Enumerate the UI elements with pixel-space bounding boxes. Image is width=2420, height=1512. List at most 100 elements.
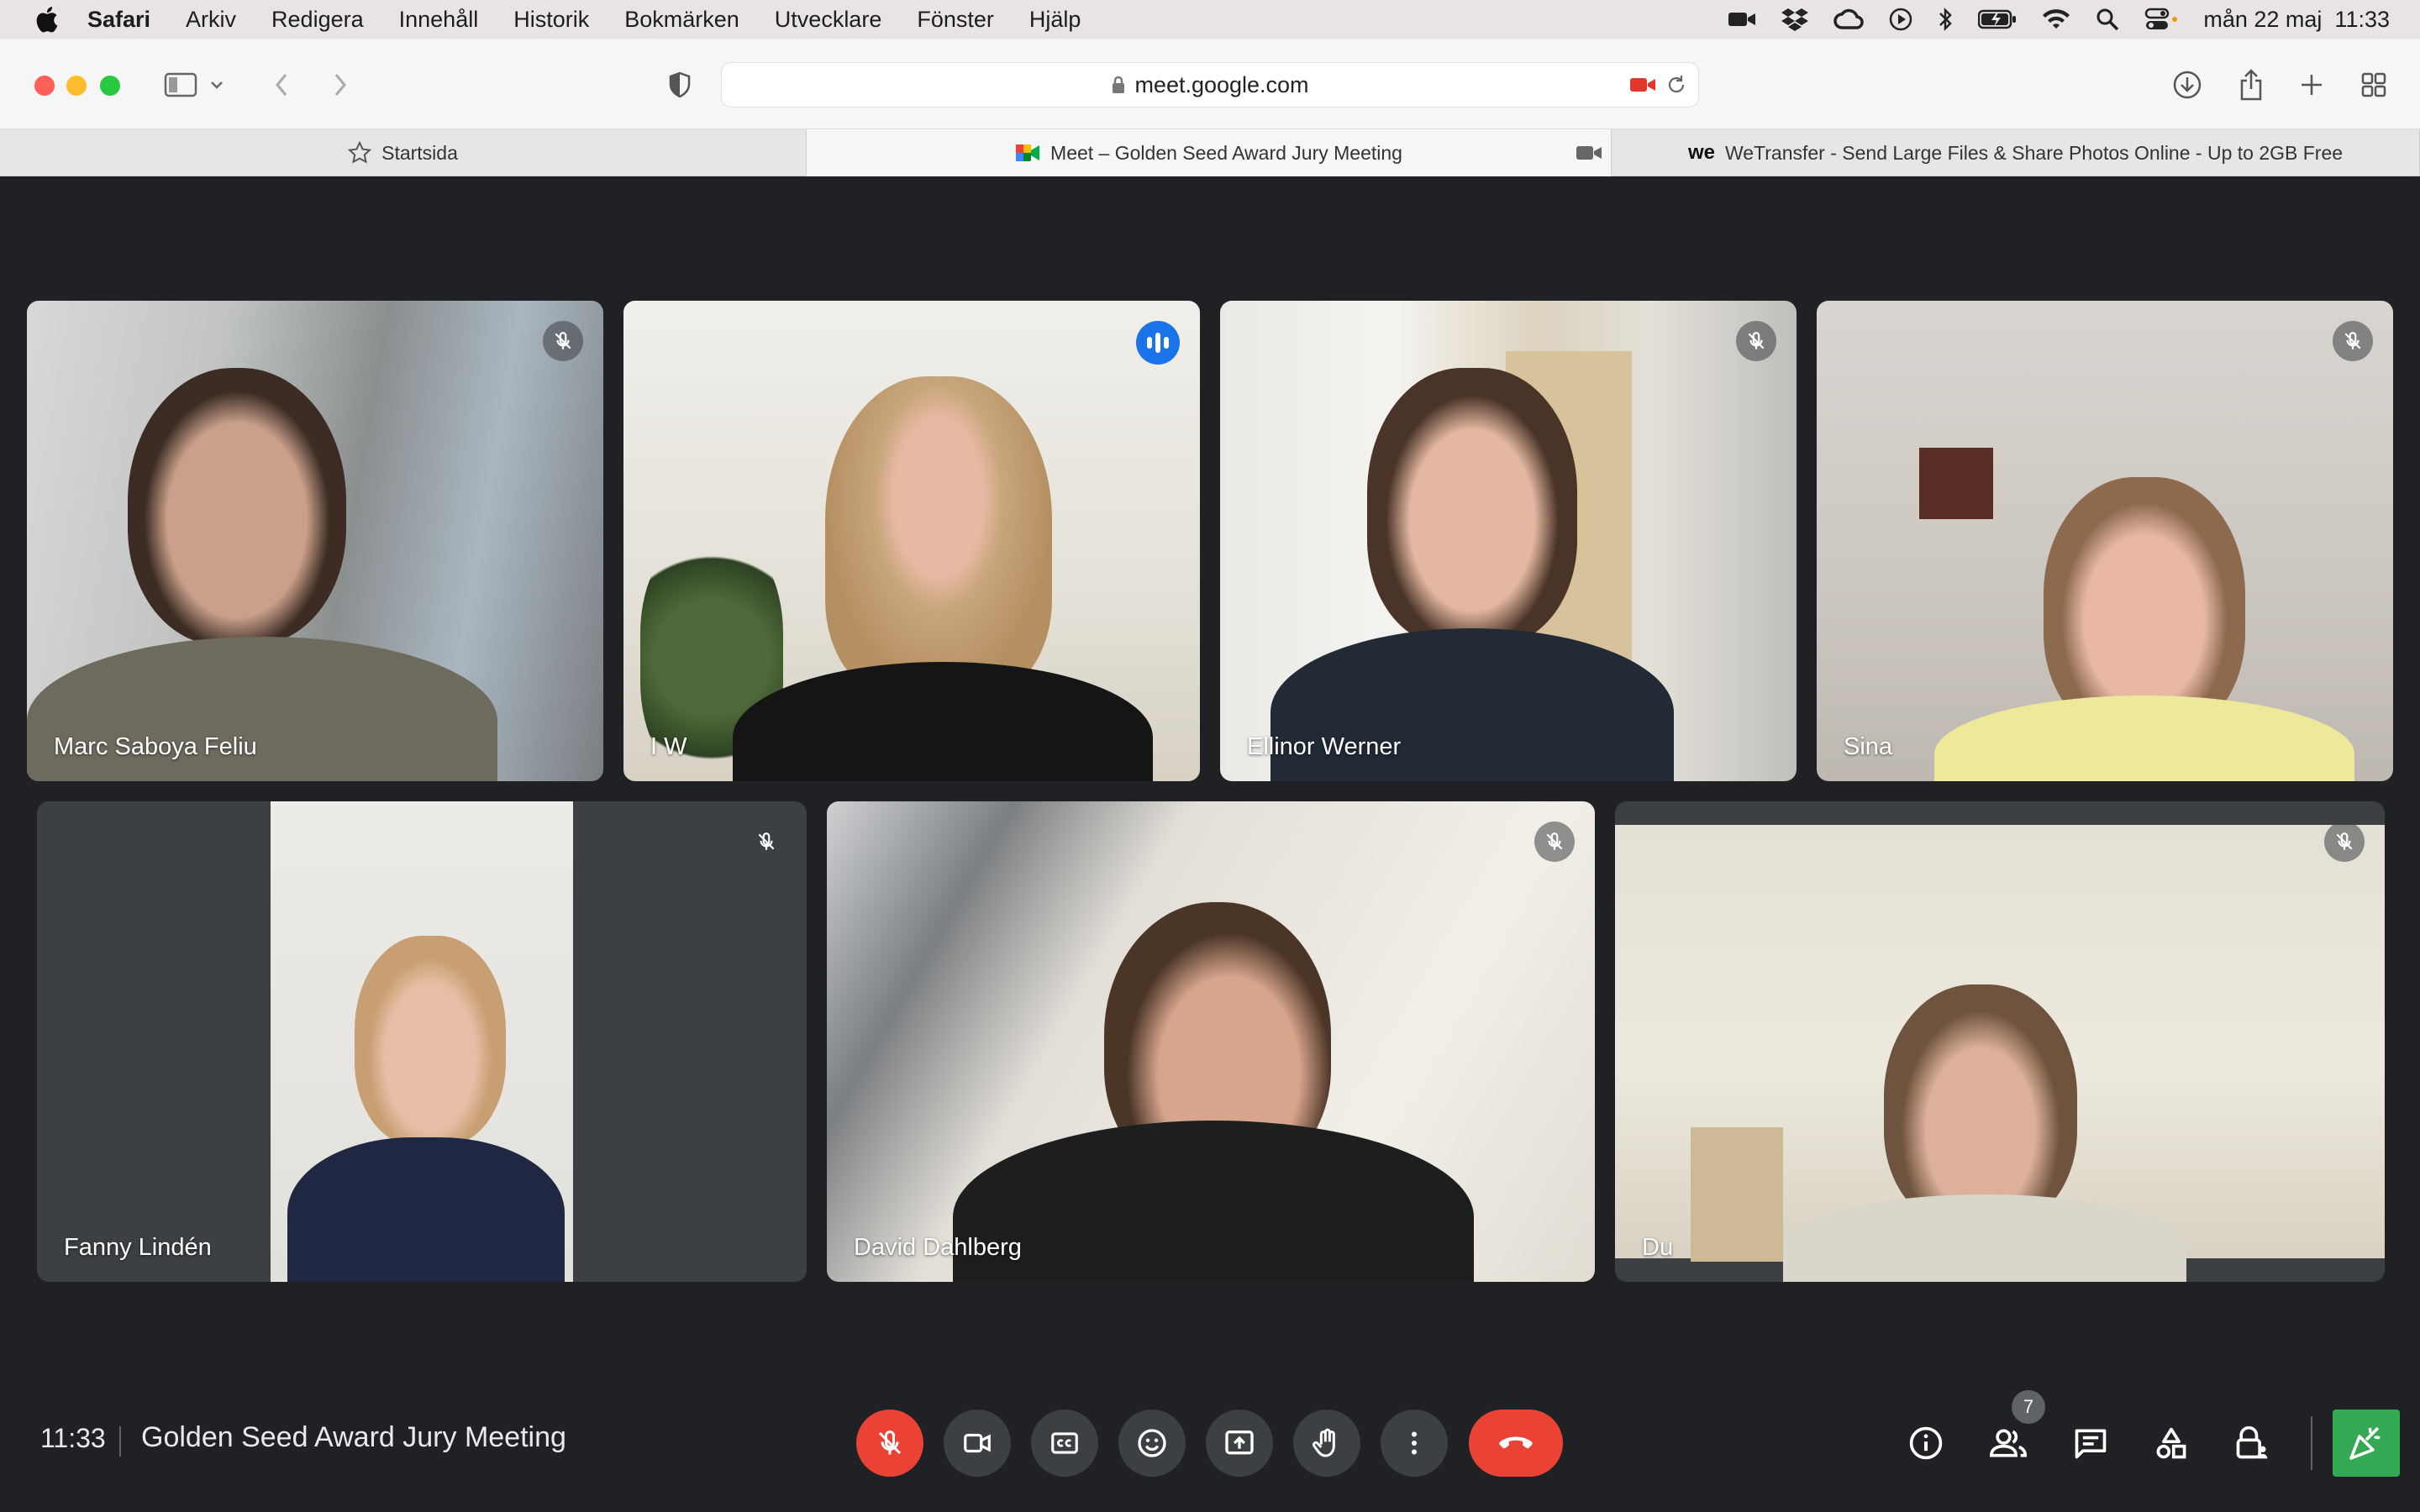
participant-silhouette [1884, 984, 2077, 1228]
mic-off-indicator [1736, 321, 1776, 361]
video-feed [271, 801, 573, 1282]
play-icon[interactable] [1889, 8, 1912, 31]
tab-label: WeTransfer - Send Large Files & Share Ph… [1724, 141, 2344, 164]
meet-main: Marc Saboya Feliu I W Ellinor Werner Sin… [0, 176, 2420, 1512]
tab-startsida[interactable]: Startsida [0, 129, 807, 176]
address-bar[interactable]: meet.google.com [721, 62, 1699, 108]
mic-off-indicator [543, 321, 583, 361]
participant-silhouette [825, 376, 1052, 696]
tab-meet[interactable]: Meet – Golden Seed Award Jury Meeting [807, 129, 1612, 176]
participant-tile-self[interactable]: Du [1615, 801, 2385, 1282]
mic-off-indicator [1534, 822, 1575, 862]
participant-name: Du [1642, 1234, 1674, 1261]
captions-button[interactable] [1031, 1410, 1098, 1477]
chat-button[interactable] [2065, 1418, 2116, 1468]
dropbox-icon[interactable] [1781, 7, 1809, 32]
menu-app-name[interactable]: Safari [87, 7, 150, 33]
menu-fonster[interactable]: Fönster [917, 7, 994, 33]
menu-historik[interactable]: Historik [513, 7, 589, 33]
wifi-icon[interactable] [2042, 8, 2070, 30]
tab-wetransfer[interactable]: we WeTransfer - Send Large Files & Share… [1612, 129, 2420, 176]
meeting-time: 11:33 [40, 1423, 106, 1453]
back-button[interactable] [260, 64, 302, 106]
download-icon [2173, 71, 2202, 99]
apple-icon[interactable] [34, 5, 59, 34]
tab-group-dropdown[interactable] [205, 64, 229, 106]
battery-icon[interactable] [1978, 9, 2017, 29]
people-icon [1989, 1429, 2028, 1457]
menu-hjalp[interactable]: Hjälp [1029, 7, 1081, 33]
participant-count-badge: 7 [2012, 1390, 2045, 1424]
mic-off-icon [2336, 832, 2353, 850]
mic-off-icon [878, 1430, 902, 1455]
participant-tile-active-speaker[interactable]: I W [623, 301, 1200, 781]
minimize-window-button[interactable] [66, 76, 87, 96]
spotlight-search-icon[interactable] [2096, 8, 2119, 31]
reactions-button[interactable] [1118, 1410, 1186, 1477]
menubar-datetime[interactable]: mån 22 maj 11:33 [2203, 7, 2390, 33]
divider [2311, 1416, 2312, 1470]
participant-silhouette [128, 368, 346, 645]
mic-off-icon [555, 332, 571, 349]
menu-redigera[interactable]: Redigera [271, 7, 364, 33]
more-vertical-icon [1412, 1431, 1417, 1455]
people-button[interactable] [1983, 1418, 2033, 1468]
tab-overview-button[interactable] [2353, 64, 2395, 106]
star-icon [348, 141, 372, 164]
shapes-icon [2156, 1427, 2186, 1459]
zoom-window-button[interactable] [100, 76, 120, 96]
participant-tile[interactable]: Ellinor Werner [1220, 301, 1797, 781]
new-tab-button[interactable] [2291, 64, 2333, 106]
menu-arkiv[interactable]: Arkiv [186, 7, 236, 33]
menu-innehall[interactable]: Innehåll [399, 7, 479, 33]
url-text: meet.google.com [1134, 71, 1309, 97]
share-button[interactable] [2230, 64, 2272, 106]
meeting-title: Golden Seed Award Jury Meeting [141, 1421, 566, 1453]
chat-icon [2075, 1429, 2107, 1459]
participant-name: Sina [1844, 733, 1893, 760]
mic-off-icon [1546, 832, 1563, 850]
mic-off-indicator [746, 822, 786, 862]
reload-icon[interactable] [1666, 75, 1686, 95]
participant-silhouette [287, 1137, 565, 1282]
activities-button[interactable] [2333, 1410, 2400, 1477]
meeting-details-button[interactable] [1901, 1418, 1951, 1468]
close-window-button[interactable] [34, 76, 55, 96]
downloads-button[interactable] [2166, 64, 2208, 106]
video-feed [1220, 301, 1797, 781]
participant-silhouette [733, 662, 1153, 781]
camera-active-icon[interactable] [1629, 76, 1656, 93]
lock-icon [1113, 76, 1125, 93]
leave-call-button[interactable] [1469, 1410, 1563, 1477]
bluetooth-icon[interactable] [1938, 7, 1953, 32]
participant-tile[interactable]: Sina [1817, 301, 2393, 781]
menu-utvecklare[interactable]: Utvecklare [775, 7, 882, 33]
mic-off-indicator [2333, 321, 2373, 361]
camera-toggle-button[interactable] [944, 1410, 1011, 1477]
menu-bokmarken[interactable]: Bokmärken [624, 7, 739, 33]
closed-captions-icon [1051, 1432, 1078, 1454]
grid-icon [2361, 72, 2386, 97]
video-feed [827, 801, 1595, 1282]
more-options-button[interactable] [1381, 1410, 1448, 1477]
raise-hand-button[interactable] [1293, 1410, 1360, 1477]
participant-tile[interactable]: David Dahlberg [827, 801, 1595, 1282]
video-recording-icon[interactable] [1576, 144, 1602, 161]
microphone-toggle-button[interactable] [856, 1410, 923, 1477]
mic-off-icon [758, 832, 775, 850]
creative-cloud-icon[interactable] [1833, 8, 1865, 31]
participant-tile[interactable]: Fanny Lindén [37, 801, 807, 1282]
mic-off-indicator [2324, 822, 2365, 862]
camera-status-icon[interactable] [1728, 9, 1756, 29]
forward-button[interactable] [319, 64, 361, 106]
activities-menu-button[interactable] [2146, 1418, 2196, 1468]
participant-name: Ellinor Werner [1247, 733, 1402, 760]
privacy-report-button[interactable] [659, 64, 701, 106]
host-controls-button[interactable] [2227, 1418, 2277, 1468]
participant-name: Marc Saboya Feliu [54, 733, 257, 760]
sidebar-toggle-button[interactable] [160, 64, 202, 106]
control-center-icon[interactable] [2144, 8, 2178, 31]
shield-icon [669, 71, 691, 98]
present-screen-button[interactable] [1206, 1410, 1273, 1477]
participant-tile[interactable]: Marc Saboya Feliu [27, 301, 603, 781]
